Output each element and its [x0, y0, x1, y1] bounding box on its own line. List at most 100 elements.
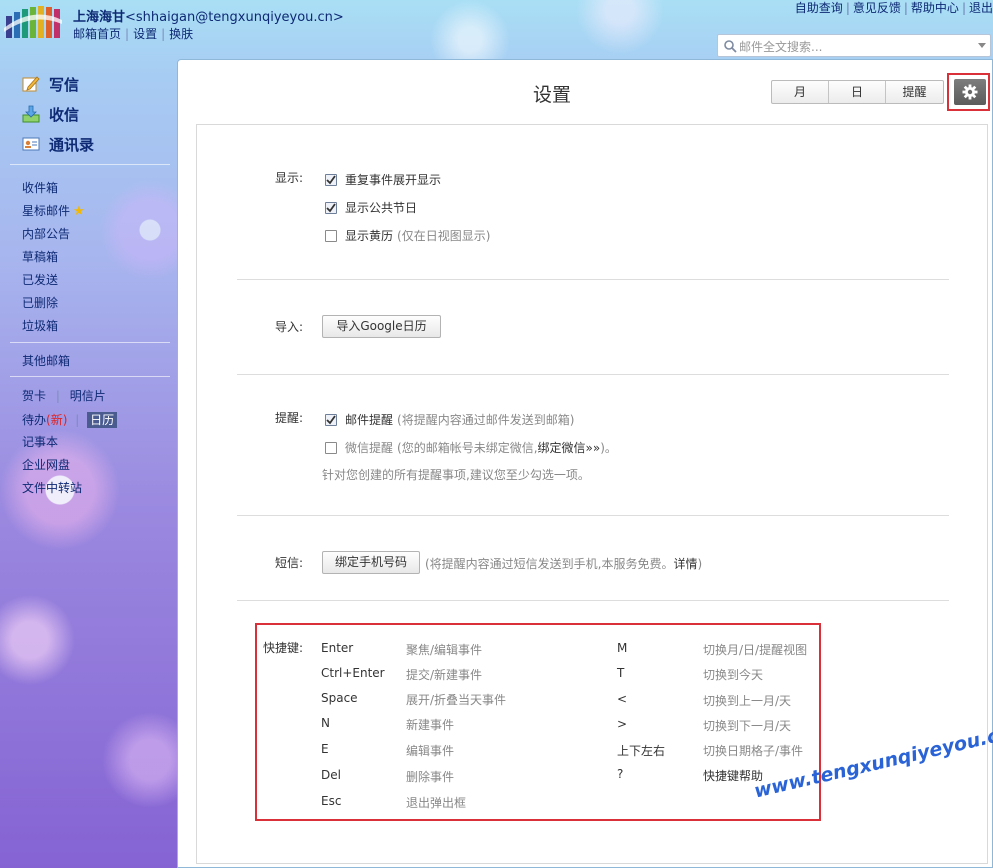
checkmark-icon: [326, 174, 336, 184]
checkmark-icon: [326, 202, 336, 212]
sidebar-item-drafts[interactable]: 草稿箱: [22, 248, 58, 265]
section-divider: [237, 515, 949, 516]
shortcut-desc: 编辑事件: [406, 744, 455, 758]
shortcut-key: Esc: [321, 794, 342, 808]
account-name: 上海海甘: [73, 10, 126, 25]
shortcut-desc: 切换到下一月/天: [703, 719, 792, 733]
option-wechat-reminder[interactable]: 微信提醒 (您的邮箱帐号未绑定微信, 绑定微信»»)。: [325, 439, 617, 456]
sidebar-item-spam[interactable]: 垃圾箱: [22, 317, 58, 334]
reminder-view-button[interactable]: 提醒: [886, 81, 943, 103]
top-links: 自助查询 | 意见反馈 | 帮助中心 | 退出: [794, 1, 993, 15]
checkmark-icon: [326, 414, 336, 424]
shortcut-key: N: [321, 716, 330, 730]
logo-icon: [4, 6, 62, 38]
sidebar-divider: [10, 376, 170, 377]
section-divider: [237, 600, 949, 601]
settings-panel: 设置 月 日 提醒 显示: 重复事件展开显示 显示公共节日 显示黄历 (仅在日视…: [177, 59, 993, 868]
sidebar-item-greeting-card[interactable]: 贺卡: [22, 389, 46, 403]
shortcut-desc: 退出弹出框: [406, 796, 467, 810]
sidebar-item-postcard[interactable]: 明信片: [70, 389, 106, 403]
logout-link[interactable]: 退出: [969, 1, 993, 15]
sidebar-divider: [10, 164, 170, 165]
skin-link[interactable]: 换肤: [169, 27, 193, 41]
shortcut-key: Del: [321, 768, 341, 782]
shortcut-key: <: [617, 692, 628, 706]
checkbox-public-holidays[interactable]: [325, 201, 337, 214]
gear-icon: [962, 84, 978, 100]
sidebar-divider: [10, 342, 170, 343]
option-expand-recurring[interactable]: 重复事件展开显示: [325, 171, 441, 188]
sidebar-item-other-mailbox[interactable]: 其他邮箱: [22, 352, 70, 369]
shortcuts-panel: 快捷键: Enter 聚焦/编辑事件 Ctrl+Enter 提交/新建事件 Sp…: [255, 623, 821, 821]
new-badge: (新): [46, 413, 68, 427]
shortcut-desc: 切换到上一月/天: [703, 694, 792, 708]
shortcut-desc: 聚焦/编辑事件: [406, 643, 483, 657]
view-switcher: 月 日 提醒: [771, 80, 944, 104]
sidebar-item-announcements[interactable]: 内部公告: [22, 225, 70, 242]
account-info: 上海海甘<shhaigan@tengxunqiyeyou.cn>: [73, 6, 344, 25]
sidebar-apps-row-1: 贺卡 | 明信片: [22, 389, 106, 403]
sidebar-item-notebook[interactable]: 记事本: [22, 433, 58, 450]
reminder-note: 针对您创建的所有提醒事项,建议您至少勾选一项。: [322, 468, 590, 482]
sidebar-item-deleted[interactable]: 已删除: [22, 294, 58, 311]
shortcut-desc: 切换日期格子/事件: [703, 744, 804, 758]
help-center-link[interactable]: 帮助中心: [911, 1, 959, 15]
shortcuts-label: 快捷键:: [263, 641, 304, 655]
sidebar-item-inbox[interactable]: 收件箱: [22, 179, 58, 196]
search-icon: [724, 40, 737, 53]
shortcut-key: Space: [321, 691, 358, 705]
settings-link[interactable]: 设置: [133, 27, 157, 41]
sidebar-item-starred[interactable]: 星标邮件 ★: [22, 202, 85, 219]
reminder-label: 提醒:: [275, 411, 304, 425]
bind-wechat-link[interactable]: 绑定微信»»: [538, 439, 601, 456]
shortcut-desc: 切换到今天: [703, 668, 764, 682]
shortcut-key: ?: [617, 767, 624, 781]
shortcut-key: >: [617, 717, 628, 731]
contacts-card-icon: [22, 137, 40, 151]
shortcut-key: Enter: [321, 641, 354, 655]
shortcut-key: Ctrl+Enter: [321, 666, 385, 680]
bind-phone-button[interactable]: 绑定手机号码: [322, 551, 420, 574]
import-google-calendar-button[interactable]: 导入Google日历: [322, 315, 441, 338]
checkbox-mail-reminder[interactable]: [325, 413, 337, 426]
display-label: 显示:: [275, 171, 304, 185]
chevron-down-icon[interactable]: [978, 43, 986, 48]
shortcut-desc: 切换月/日/提醒视图: [703, 643, 808, 657]
sidebar-item-netdisk[interactable]: 企业网盘: [22, 456, 70, 473]
sidebar-item-file-transfer[interactable]: 文件中转站: [22, 479, 82, 496]
option-almanac[interactable]: 显示黄历 (仅在日视图显示): [325, 227, 490, 244]
search-input[interactable]: 邮件全文搜索...: [717, 34, 991, 57]
shortcut-key: M: [617, 641, 628, 655]
checkbox-almanac[interactable]: [325, 229, 337, 242]
mailbox-home-link[interactable]: 邮箱首页: [73, 27, 121, 41]
page-title: 设置: [533, 84, 572, 106]
header-links: 邮箱首页 | 设置 | 换肤: [73, 27, 194, 41]
star-icon: ★: [73, 204, 85, 219]
sidebar-item-sent[interactable]: 已发送: [22, 271, 58, 288]
sms-hint: (将提醒内容通过短信发送到手机,本服务免费。详情): [425, 557, 703, 571]
account-email: <shhaigan@tengxunqiyeyou.cn>: [125, 10, 344, 25]
shortcut-key: T: [617, 666, 625, 680]
settings-button[interactable]: [954, 79, 986, 105]
section-divider: [237, 279, 949, 280]
sidebar-item-todo[interactable]: 待办(新): [22, 413, 67, 427]
option-mail-reminder[interactable]: 邮件提醒 (将提醒内容通过邮件发送到邮箱): [325, 411, 574, 428]
day-view-button[interactable]: 日: [829, 81, 886, 103]
shortcut-desc: 删除事件: [406, 770, 455, 784]
feedback-link[interactable]: 意见反馈: [853, 1, 901, 15]
checkbox-expand-recurring[interactable]: [325, 173, 337, 186]
search-placeholder: 邮件全文搜索...: [739, 40, 823, 54]
self-service-link[interactable]: 自助查询: [795, 1, 843, 15]
shortcut-key: E: [321, 742, 329, 756]
sidebar-item-calendar[interactable]: 日历: [87, 412, 118, 428]
checkbox-wechat-reminder[interactable]: [325, 441, 337, 454]
inbox-download-icon: [22, 105, 40, 123]
import-label: 导入:: [275, 320, 304, 334]
compose-icon: [22, 76, 40, 92]
sidebar-apps-row-2: 待办(新) | 日历: [22, 411, 118, 428]
sms-label: 短信:: [275, 556, 304, 570]
details-link[interactable]: 详情: [674, 557, 698, 571]
option-public-holidays[interactable]: 显示公共节日: [325, 199, 417, 216]
shortcut-desc: 展开/折叠当天事件: [406, 693, 507, 707]
month-view-button[interactable]: 月: [772, 81, 829, 103]
